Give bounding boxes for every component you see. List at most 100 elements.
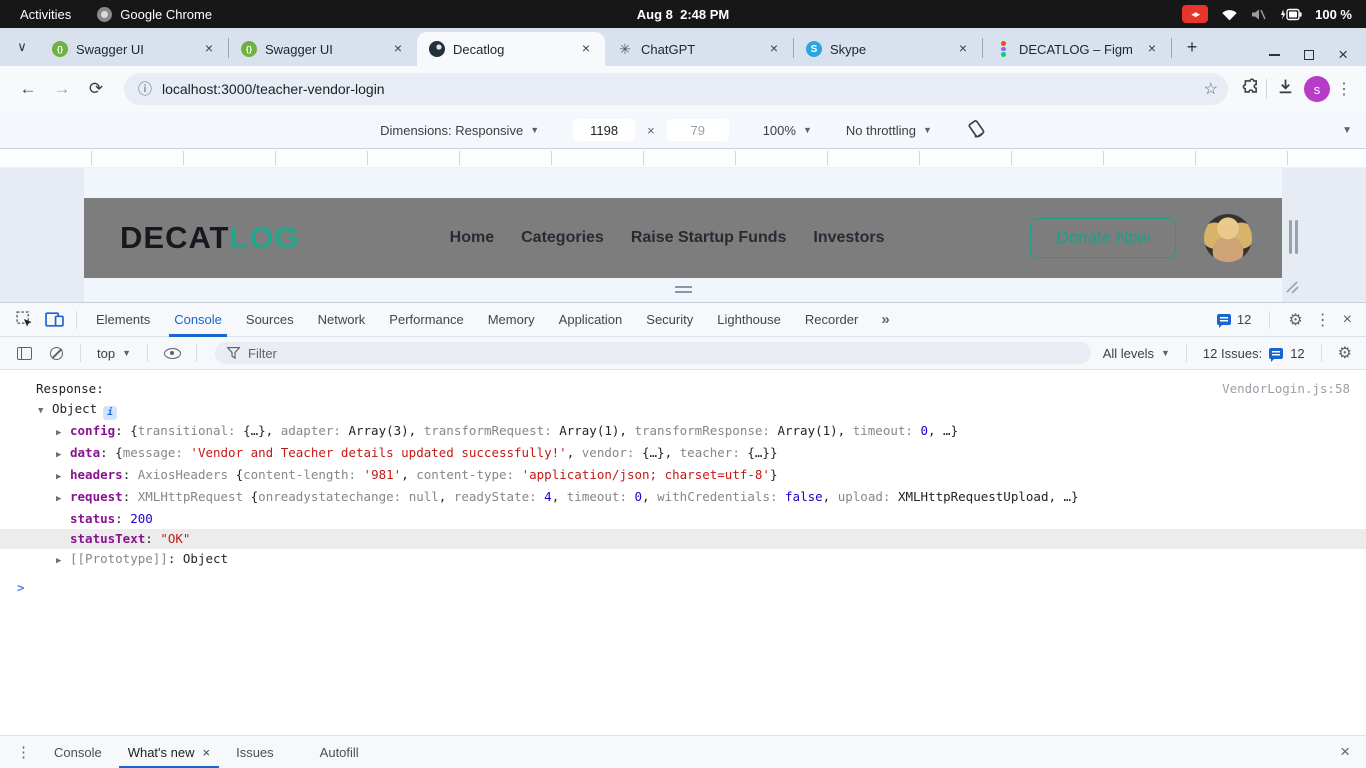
page-scrollbar[interactable]: [1289, 220, 1292, 254]
drawer-tab-issues[interactable]: Issues: [223, 736, 287, 768]
filter-input[interactable]: [248, 346, 1079, 361]
live-expression-eye-icon[interactable]: [158, 340, 186, 366]
drawer-menu-kebab-icon[interactable]: ⋮: [10, 743, 41, 761]
viewport-height-input[interactable]: [667, 119, 729, 141]
new-tab-button[interactable]: +: [1178, 33, 1206, 61]
drawer-tab-console[interactable]: Console: [41, 736, 115, 768]
console-filter-box[interactable]: [215, 342, 1091, 364]
devtools-tab-application[interactable]: Application: [548, 303, 634, 337]
system-tray[interactable]: ◂▸ 100 %: [1182, 5, 1366, 23]
devtools-menu-kebab-icon[interactable]: ⋮: [1315, 310, 1331, 330]
activities-button[interactable]: Activities: [20, 7, 71, 22]
extensions-icon[interactable]: [1242, 78, 1260, 101]
user-avatar[interactable]: [1204, 214, 1252, 262]
throttling-select[interactable]: No throttling ▼: [846, 123, 932, 138]
tab-close-button[interactable]: ×: [765, 40, 783, 58]
profile-avatar[interactable]: s: [1304, 76, 1330, 102]
browser-tab-skype[interactable]: S Skype ×: [794, 32, 982, 66]
devtools-tab-sources[interactable]: Sources: [235, 303, 305, 337]
browser-tab-chatgpt[interactable]: ✳ ChatGPT ×: [605, 32, 793, 66]
viewport-width-input[interactable]: [573, 119, 635, 141]
donate-now-button[interactable]: Donate Now: [1030, 218, 1176, 258]
address-bar[interactable]: ⓘ localhost:3000/teacher-vendor-login ☆: [124, 73, 1228, 105]
expand-arrow-icon[interactable]: ▶: [56, 467, 70, 487]
devtools-tab-recorder[interactable]: Recorder: [794, 303, 869, 337]
window-minimize-button[interactable]: [1269, 54, 1280, 56]
window-restore-button[interactable]: [1304, 50, 1314, 60]
site-logo[interactable]: DECATLOG: [120, 220, 300, 256]
nav-link-investors[interactable]: Investors: [813, 229, 884, 247]
levels-value: All levels: [1103, 346, 1154, 361]
devtools-tab-security[interactable]: Security: [635, 303, 704, 337]
devtools-tab-network[interactable]: Network: [307, 303, 377, 337]
throttling-value: No throttling: [846, 123, 916, 138]
device-toolbar-toggle-icon[interactable]: [40, 307, 68, 333]
clear-console-icon[interactable]: [42, 340, 70, 366]
drawer-tab-whats-new[interactable]: What's new ×: [115, 736, 223, 768]
drawer-tab-autofill[interactable]: Autofill: [307, 736, 372, 768]
devtools-tab-elements[interactable]: Elements: [85, 303, 161, 337]
source-location-link[interactable]: VendorLogin.js:58: [1222, 379, 1350, 399]
expand-arrow-icon[interactable]: ▼: [38, 401, 52, 421]
info-badge[interactable]: i: [103, 406, 117, 420]
url-text[interactable]: localhost:3000/teacher-vendor-login: [162, 81, 1194, 97]
tab-close-button[interactable]: ×: [577, 40, 595, 58]
log-levels-select[interactable]: All levels ▼: [1103, 346, 1170, 361]
expand-arrow-icon[interactable]: ▶: [56, 423, 70, 443]
expand-arrow-icon[interactable]: ▶: [56, 551, 70, 571]
tab-close-button[interactable]: ×: [1143, 40, 1161, 58]
tab-title: Swagger UI: [265, 42, 381, 57]
tab-close-button[interactable]: ×: [200, 40, 218, 58]
system-bar-left: Activities Google Chrome: [0, 7, 212, 22]
devtools-tab-console[interactable]: Console: [163, 303, 233, 337]
tab-close-button[interactable]: ×: [954, 40, 972, 58]
browser-tab-decatlog-active[interactable]: Decatlog ×: [417, 32, 605, 66]
console-prompt-row[interactable]: >: [0, 580, 1366, 595]
browser-tab-swagger-1[interactable]: {} Swagger UI ×: [40, 32, 228, 66]
console-log-output: Response:VendorLogin.js:58▼Objecti▶confi…: [0, 379, 1366, 571]
console-sidebar-toggle-icon[interactable]: [10, 340, 38, 366]
window-close-button[interactable]: ×: [1338, 50, 1348, 60]
browser-tab-swagger-2[interactable]: {} Swagger UI ×: [229, 32, 417, 66]
chevron-down-icon: ▼: [803, 125, 812, 135]
forward-button[interactable]: →: [48, 75, 76, 103]
downloads-icon[interactable]: [1273, 78, 1298, 100]
browser-menu-kebab-icon[interactable]: ⋮: [1336, 79, 1352, 99]
tab-close-button[interactable]: ×: [389, 40, 407, 58]
page-scrollbar[interactable]: [1295, 220, 1298, 254]
drawer-tab-close-icon[interactable]: ×: [203, 745, 211, 760]
back-button[interactable]: ←: [14, 75, 42, 103]
viewport-resize-handle[interactable]: [1284, 279, 1300, 295]
clock[interactable]: Aug 8 2:48 PM: [637, 7, 729, 22]
console-messages-indicator[interactable]: 12: [1217, 312, 1251, 327]
devtools-tab-lighthouse[interactable]: Lighthouse: [706, 303, 792, 337]
devtools-settings-gear-icon[interactable]: ⚙: [1288, 310, 1302, 330]
expand-arrow-icon[interactable]: ▶: [56, 445, 70, 465]
devtools-tab-memory[interactable]: Memory: [477, 303, 546, 337]
nav-link-home[interactable]: Home: [450, 229, 494, 247]
reload-button[interactable]: ⟳: [82, 75, 110, 103]
javascript-context-select[interactable]: top ▼: [91, 346, 137, 361]
expand-arrow-icon[interactable]: ▶: [56, 489, 70, 509]
tab-search-button[interactable]: ∨: [8, 33, 36, 61]
nav-link-categories[interactable]: Categories: [521, 229, 604, 247]
inspect-element-icon[interactable]: [10, 307, 38, 333]
site-info-icon[interactable]: ⓘ: [138, 79, 152, 99]
devtools-tab-performance[interactable]: Performance: [378, 303, 474, 337]
nav-link-raise-startup-funds[interactable]: Raise Startup Funds: [631, 229, 787, 247]
zoom-select[interactable]: 100% ▼: [763, 123, 812, 138]
devtools-drag-handle[interactable]: [675, 286, 692, 293]
rotate-viewport-icon[interactable]: [966, 120, 986, 141]
console-settings-gear-icon[interactable]: ⚙: [1338, 343, 1352, 363]
drawer-close-icon[interactable]: ×: [1340, 742, 1356, 762]
devtools-close-icon[interactable]: ×: [1343, 311, 1352, 329]
toolbar-divider: [1266, 79, 1267, 99]
device-dimensions-select[interactable]: Dimensions: Responsive ▼: [380, 123, 539, 138]
issues-indicator[interactable]: 12 Issues: 12: [1203, 346, 1305, 361]
bookmark-star-icon[interactable]: ☆: [1204, 79, 1218, 99]
browser-tab-figma[interactable]: DECATLOG – Figm ×: [983, 32, 1171, 66]
console-token: ,: [567, 445, 582, 460]
device-toolbar-more-chevron-icon[interactable]: ▼: [1342, 125, 1352, 136]
more-tabs-icon[interactable]: »: [871, 311, 899, 328]
focused-app-indicator[interactable]: Google Chrome: [97, 7, 212, 22]
